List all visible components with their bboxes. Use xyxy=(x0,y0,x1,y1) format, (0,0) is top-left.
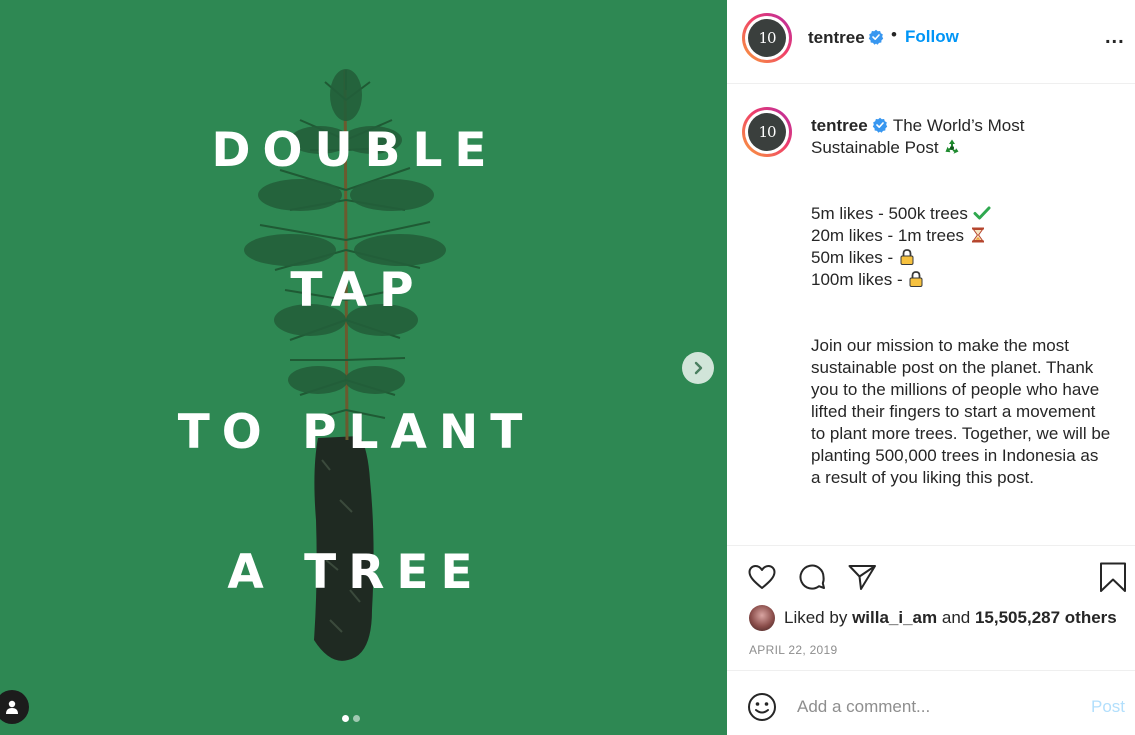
likes-summary: Liked by willa_i_am and 15,505,287 other… xyxy=(749,605,1117,631)
chevron-right-icon xyxy=(694,361,703,375)
liker-username-link[interactable]: willa_i_am xyxy=(852,608,937,628)
more-options-button[interactable]: ... xyxy=(1105,26,1125,49)
verified-badge-icon xyxy=(868,29,884,45)
lock-icon xyxy=(900,249,914,265)
post-actions: Liked by willa_i_am and 15,505,287 other… xyxy=(727,547,1135,671)
likes-prefix: Liked by xyxy=(784,608,848,627)
comment-input[interactable] xyxy=(797,694,1067,720)
likes-count-link[interactable]: 15,505,287 others xyxy=(975,608,1117,628)
heart-icon[interactable] xyxy=(746,561,778,593)
milestone-row: 20m likes - 1m trees xyxy=(811,225,1111,247)
liker-avatar[interactable] xyxy=(749,605,775,631)
milestone-text: 100m likes - xyxy=(811,270,903,289)
milestone-row: 50m likes - xyxy=(811,247,1111,269)
lock-icon xyxy=(909,271,923,287)
recycle-icon xyxy=(945,139,959,154)
milestone-row: 5m likes - 500k trees xyxy=(811,203,1111,225)
check-mark-icon xyxy=(973,206,991,220)
milestone-row: 100m likes - xyxy=(811,269,1111,291)
hourglass-icon xyxy=(971,227,984,243)
header-separator: • xyxy=(891,25,897,44)
comment-form: Post xyxy=(727,672,1135,735)
caption-username-link[interactable]: tentree xyxy=(811,116,868,135)
avatar-logo: 10 xyxy=(748,19,786,57)
verified-badge-icon xyxy=(873,117,888,133)
comment-icon[interactable] xyxy=(796,561,828,593)
share-icon[interactable] xyxy=(846,561,878,593)
tree-seedling-image xyxy=(244,69,446,661)
person-icon xyxy=(6,700,18,714)
caption-avatar[interactable]: 10 xyxy=(742,107,792,157)
post-comment-button[interactable]: Post xyxy=(1091,697,1125,717)
hero-text-line-3: TO PLANT xyxy=(177,405,535,460)
milestone-text: 5m likes - 500k trees xyxy=(811,204,968,223)
likes-and: and xyxy=(941,608,971,627)
hero-text-line-4: A TREE xyxy=(227,545,485,600)
hero-text-line-2: TAP xyxy=(290,263,426,318)
milestone-text: 50m likes - xyxy=(811,248,894,267)
milestone-text: 20m likes - 1m trees xyxy=(811,226,965,245)
hero-text-line-1: DOUBLE xyxy=(211,123,499,178)
caption-area: 10 tentree The World’s Most Sustainable … xyxy=(727,85,1135,546)
post-media[interactable]: DOUBLE TAP TO PLANT A TREE xyxy=(0,0,727,735)
avatar-logo: 10 xyxy=(748,113,786,151)
profile-avatar[interactable]: 10 xyxy=(742,13,792,63)
header-username-link[interactable]: tentree xyxy=(808,28,865,48)
post-side-panel: 10 tentree • Follow ... 10 tentree The W… xyxy=(727,0,1135,735)
carousel-dot-1 xyxy=(342,715,349,722)
emoji-smile-icon[interactable] xyxy=(747,692,777,722)
post-caption: tentree The World’s Most Sustainable Pos… xyxy=(811,115,1111,489)
carousel-indicator xyxy=(342,715,360,722)
caption-body: Join our mission to make the most sustai… xyxy=(811,336,1111,487)
bookmark-icon[interactable] xyxy=(1097,561,1129,593)
post-date[interactable]: APRIL 22, 2019 xyxy=(749,643,837,657)
follow-button[interactable]: Follow xyxy=(905,27,959,47)
carousel-next-button[interactable] xyxy=(682,352,714,384)
post-header: 10 tentree • Follow ... xyxy=(727,0,1135,84)
carousel-dot-2 xyxy=(353,715,360,722)
